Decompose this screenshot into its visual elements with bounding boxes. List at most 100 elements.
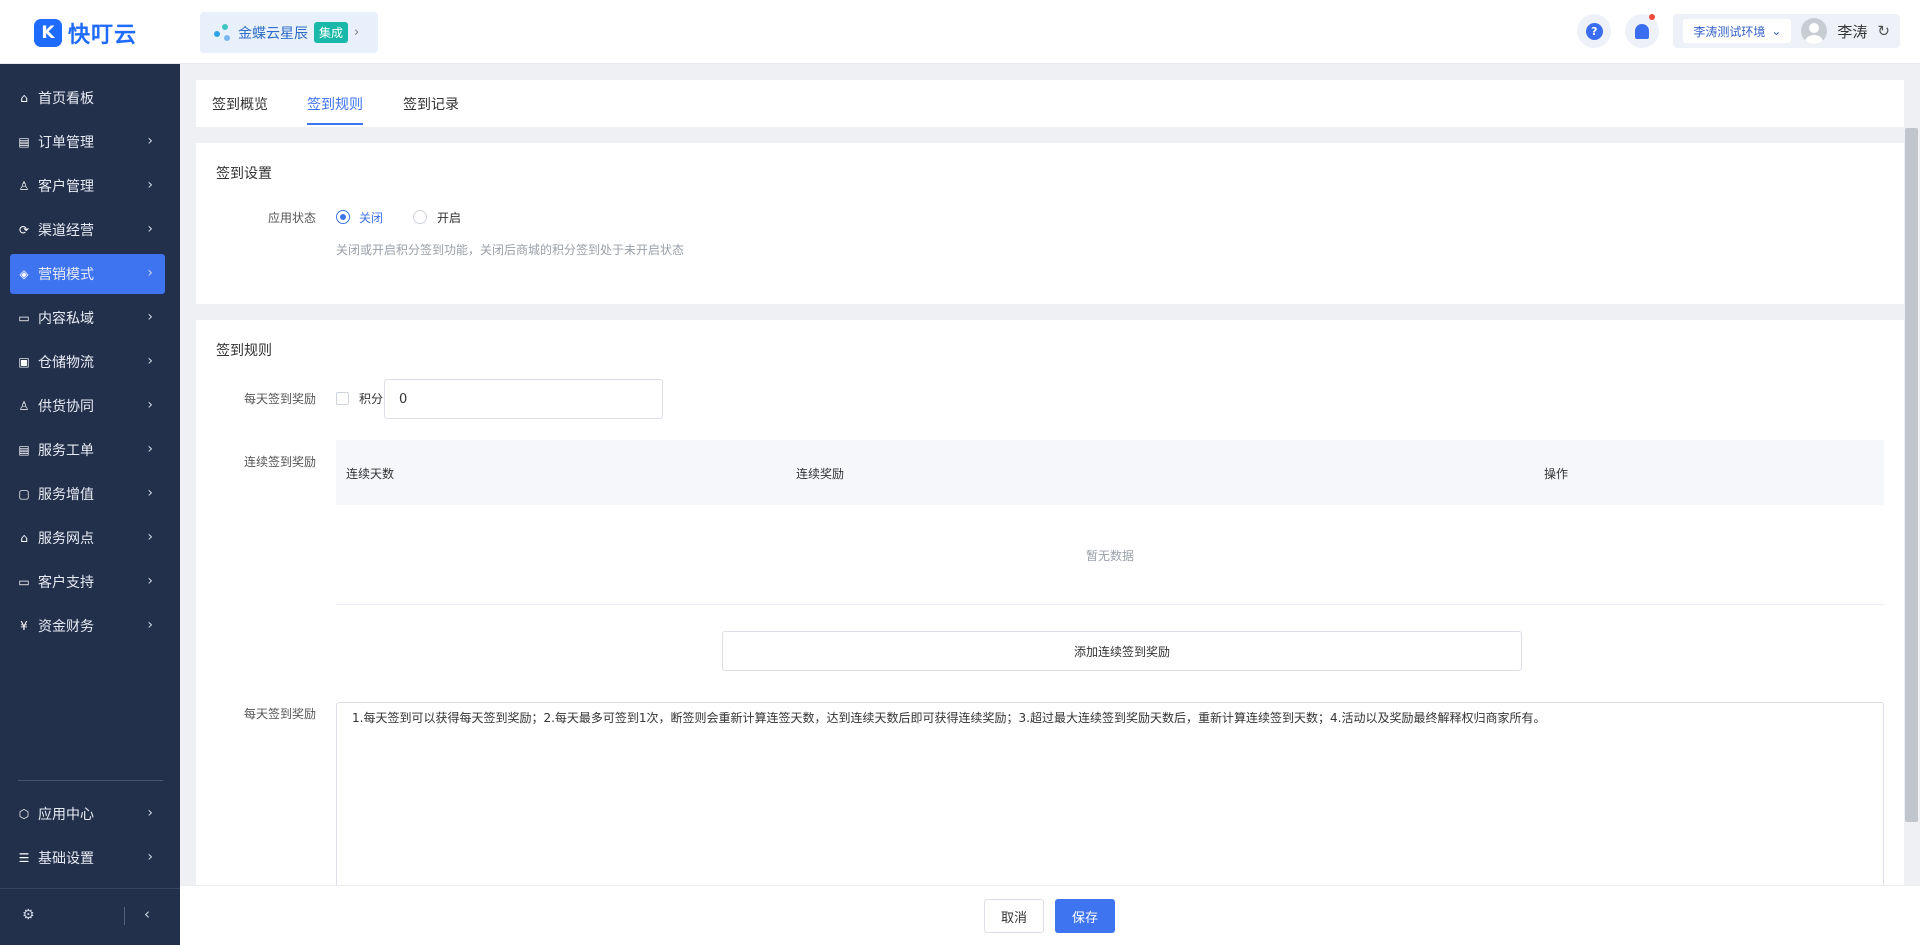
tab-overview[interactable]: 签到概览 <box>212 94 268 114</box>
environment-label: 李涛测试环境 <box>1693 24 1766 39</box>
supply-icon: ♙ <box>18 399 30 413</box>
radio-on[interactable] <box>413 210 427 224</box>
sidebar-item-label: 仓储物流 <box>38 355 94 371</box>
chevron-right-icon: › <box>147 177 153 193</box>
points-label: 积分 <box>359 392 384 406</box>
collapse-left-icon[interactable]: ‹ <box>144 905 150 923</box>
daily-reward-label: 每天签到奖励 <box>243 392 316 406</box>
sidebar-item[interactable]: ▢ 服务增值 › <box>10 474 165 514</box>
chevron-right-icon: › <box>147 309 153 325</box>
action-footer: 取消 保存 <box>180 885 1920 945</box>
account-area: 李涛测试环境 ⌄ 李涛 ↻ <box>1673 14 1900 48</box>
user-icon: ♙ <box>18 179 30 193</box>
sidebar-item[interactable]: ▭ 客户支持 › <box>10 562 165 602</box>
sidebar-footer: ⚙ ‹ <box>0 888 180 945</box>
help-button[interactable]: ? <box>1577 14 1612 48</box>
chevron-right-icon: › <box>147 849 153 865</box>
image-icon: ▭ <box>18 311 30 325</box>
box-icon: ▣ <box>18 355 30 369</box>
integration-badge: 集成 <box>314 22 349 43</box>
sidebar-item[interactable]: ▤ 服务工单 › <box>10 430 165 470</box>
column-actions: 操作 <box>1544 467 1569 481</box>
settings-icon[interactable]: ⚙ <box>22 907 35 923</box>
sidebar-item-label: 资金财务 <box>38 619 94 635</box>
sidebar-item-label: 首页看板 <box>38 91 94 107</box>
radio-on-label[interactable]: 开启 <box>437 209 461 226</box>
notifications-button[interactable] <box>1625 14 1660 48</box>
logo-icon: K <box>34 19 62 47</box>
chevron-right-icon: › <box>147 265 153 281</box>
refresh-icon[interactable]: ↻ <box>1877 22 1890 40</box>
channel-icon: ⟳ <box>18 223 30 237</box>
section-title: 签到规则 <box>216 343 272 359</box>
save-button[interactable]: 保存 <box>1055 899 1115 933</box>
chevron-right-icon: › <box>354 25 360 40</box>
store-icon: ⌂ <box>20 531 28 545</box>
tag-icon: ◈ <box>19 267 29 281</box>
description-label: 每天签到奖励 <box>243 707 316 721</box>
sidebar-item[interactable]: ♙ 客户管理 › <box>10 166 165 206</box>
rules-card: 签到规则 每天签到奖励 积分 0 连续签到奖励 连续天数 连续奖励 操作 暂无数… <box>196 320 1904 945</box>
sidebar-item-label: 渠道经营 <box>38 223 94 239</box>
table-empty: 暂无数据 <box>336 505 1884 605</box>
chevron-right-icon: › <box>147 441 153 457</box>
sidebar-item[interactable]: ⌂ 服务网点 › <box>10 518 165 558</box>
chevron-right-icon: › <box>147 353 153 369</box>
chevron-down-icon: ⌄ <box>1771 24 1782 38</box>
section-title: 签到设置 <box>216 166 272 182</box>
streak-reward-label: 连续签到奖励 <box>243 455 316 469</box>
sidebar-item-label: 服务增值 <box>38 487 94 503</box>
column-days: 连续天数 <box>346 467 395 481</box>
cancel-button[interactable]: 取消 <box>984 899 1044 933</box>
sidebar-item[interactable]: ▣ 仓储物流 › <box>10 342 165 382</box>
sidebar: ⌂ 首页看板 ▤ 订单管理 › ♙ 客户管理 › ⟳ 渠道经营 › ◈ 营销模式 › ▭ 内容私域 › ▣ 仓储物流… <box>0 64 180 945</box>
notification-dot <box>1649 14 1656 20</box>
sidebar-item-label: 订单管理 <box>38 135 94 151</box>
sidebar-item[interactable]: ▤ 订单管理 › <box>10 122 165 162</box>
points-checkbox[interactable] <box>336 392 349 405</box>
sidebar-item[interactable]: ¥ 资金财务 › <box>10 606 165 646</box>
radio-off-label[interactable]: 关闭 <box>359 209 383 226</box>
sidebar-item[interactable]: ⟳ 渠道经营 › <box>10 210 165 250</box>
cube-icon: ⬡ <box>18 807 30 821</box>
ticket-icon: ▤ <box>18 443 30 457</box>
points-input[interactable]: 0 <box>384 379 663 419</box>
chevron-right-icon: › <box>147 221 153 237</box>
tab-records[interactable]: 签到记录 <box>403 94 459 114</box>
support-icon: ▭ <box>18 575 30 589</box>
integration-switcher[interactable]: 金蝶云星辰 集成 › <box>200 12 378 53</box>
sidebar-item[interactable]: ⬡ 应用中心 › <box>10 794 165 834</box>
integration-logo-icon <box>214 23 232 42</box>
sidebar-item[interactable]: ◈ 营销模式 › <box>10 254 165 294</box>
sliders-icon: ☰ <box>18 851 30 865</box>
bell-icon <box>1635 23 1650 39</box>
tab-bar: 签到概览 签到规则 签到记录 <box>196 80 1904 127</box>
environment-select[interactable]: 李涛测试环境 ⌄ <box>1683 19 1792 43</box>
home-icon: ⌂ <box>20 91 28 105</box>
chevron-right-icon: › <box>147 805 153 821</box>
table-header: 连续天数 连续奖励 操作 <box>336 440 1884 505</box>
chevron-right-icon: › <box>147 529 153 545</box>
sidebar-item-label: 服务网点 <box>38 531 94 547</box>
avatar[interactable] <box>1801 18 1828 44</box>
radio-off[interactable] <box>336 210 350 224</box>
sidebar-item-label: 供货协同 <box>38 399 94 415</box>
user-name[interactable]: 李涛 <box>1837 21 1867 42</box>
chevron-right-icon: › <box>147 133 153 149</box>
page-scrollbar[interactable] <box>1905 128 1918 822</box>
chevron-right-icon: › <box>147 617 153 633</box>
chevron-right-icon: › <box>147 397 153 413</box>
sidebar-item[interactable]: ⌂ 首页看板 <box>10 78 165 118</box>
sidebar-item[interactable]: ☰ 基础设置 › <box>10 838 165 878</box>
sidebar-item[interactable]: ▭ 内容私域 › <box>10 298 165 338</box>
app-logo[interactable]: K 快叮云 <box>34 17 137 49</box>
status-hint: 关闭或开启积分签到功能，关闭后商城的积分签到处于未开启状态 <box>336 243 685 257</box>
sidebar-item-label: 客户管理 <box>38 179 94 195</box>
status-label: 应用状态 <box>267 211 316 225</box>
tab-rules[interactable]: 签到规则 <box>307 94 363 114</box>
sidebar-item[interactable]: ♙ 供货协同 › <box>10 386 165 426</box>
add-streak-reward-button[interactable]: 添加连续签到奖励 <box>722 631 1522 671</box>
sidebar-item-label: 客户支持 <box>38 575 94 591</box>
column-reward: 连续奖励 <box>796 467 845 481</box>
settings-card: 签到设置 应用状态 关闭 开启 关闭或开启积分签到功能，关闭后商城的积分签到处于… <box>196 143 1904 304</box>
